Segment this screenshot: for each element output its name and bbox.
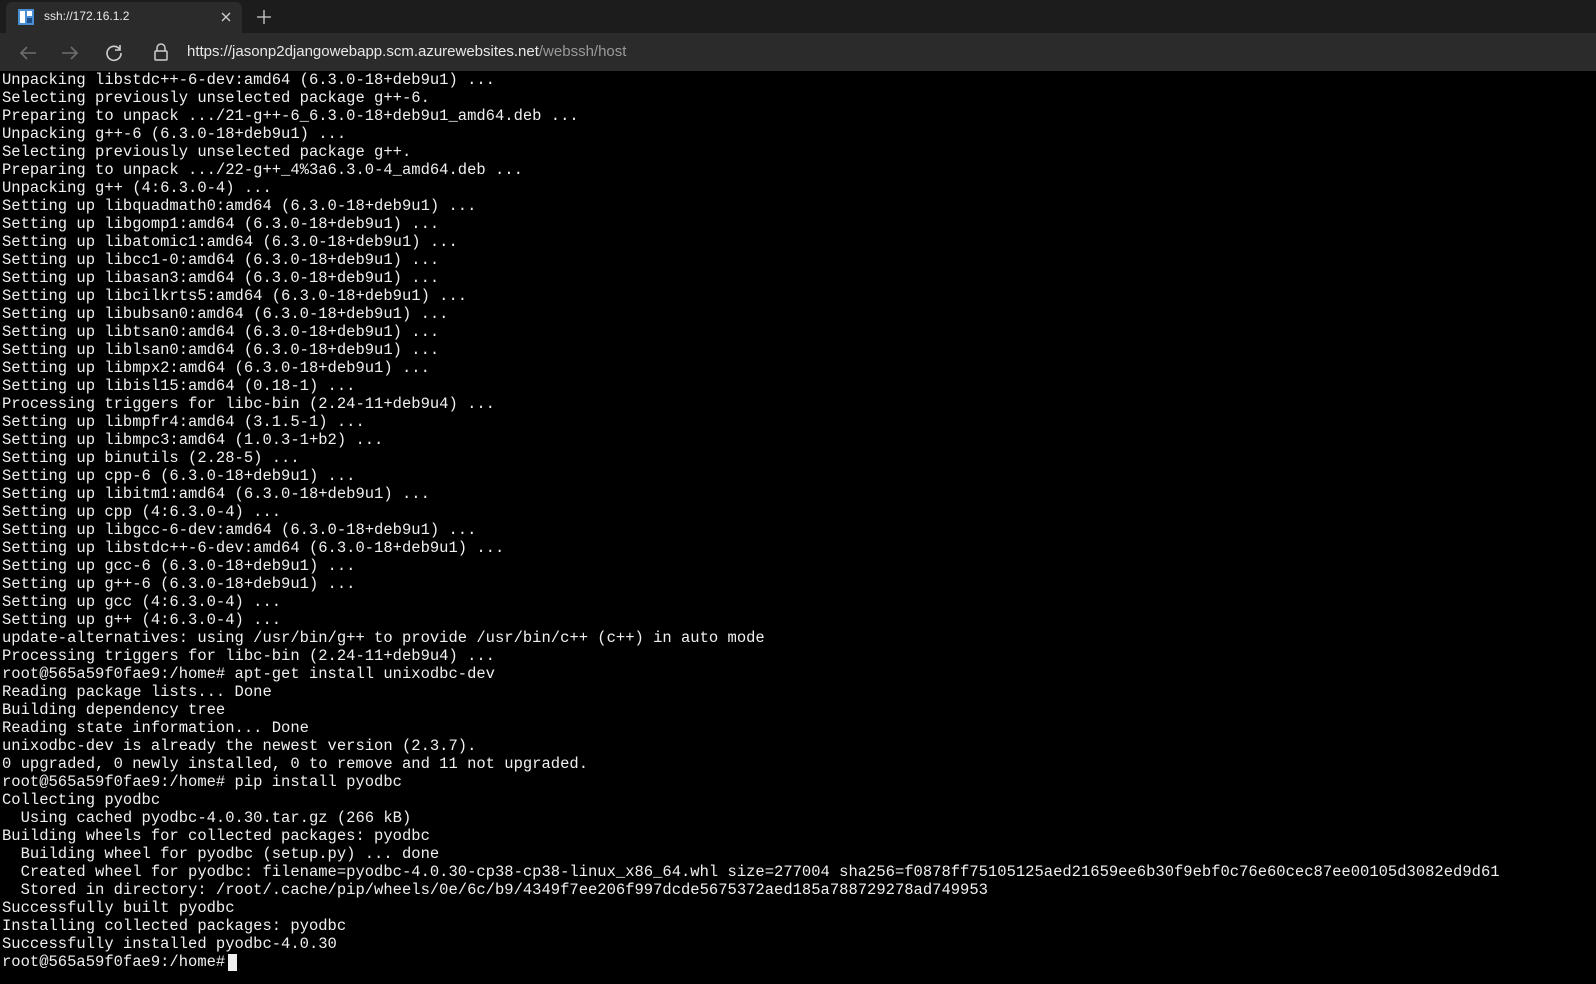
- terminal-line: Unpacking libstdc++-6-dev:amd64 (6.3.0-1…: [2, 71, 495, 89]
- tab-strip: ssh://172.16.1.2: [0, 0, 1596, 33]
- terminal-line: Setting up libquadmath0:amd64 (6.3.0-18+…: [2, 197, 477, 215]
- terminal-line: Setting up g++ (4:6.3.0-4) ...: [2, 611, 282, 629]
- terminal-line: Setting up libcc1-0:amd64 (6.3.0-18+deb9…: [2, 251, 440, 269]
- terminal-line: Setting up libcilkrts5:amd64 (6.3.0-18+d…: [2, 287, 468, 305]
- terminal-line: Setting up cpp-6 (6.3.0-18+deb9u1) ...: [2, 467, 356, 485]
- terminal-line: Setting up gcc (4:6.3.0-4) ...: [2, 593, 282, 611]
- lock-icon[interactable]: [154, 43, 172, 61]
- terminal-line: Setting up g++-6 (6.3.0-18+deb9u1) ...: [2, 575, 356, 593]
- address-bar[interactable]: https://jasonp2djangowebapp.scm.azureweb…: [150, 37, 1590, 67]
- url-host: https://jasonp2djangowebapp.scm.azureweb…: [187, 43, 539, 60]
- refresh-icon[interactable]: [100, 39, 128, 67]
- terminal-line: Installing collected packages: pyodbc: [2, 917, 347, 935]
- terminal-lines: Unpacking libstdc++-6-dev:amd64 (6.3.0-1…: [2, 71, 1500, 971]
- terminal-line: Setting up libasan3:amd64 (6.3.0-18+deb9…: [2, 269, 440, 287]
- terminal-prompt-line[interactable]: root@565a59f0fae9:/home#: [2, 953, 1500, 971]
- terminal-output[interactable]: Unpacking libstdc++-6-dev:amd64 (6.3.0-1…: [0, 71, 1596, 984]
- terminal-line: Selecting previously unselected package …: [2, 89, 430, 107]
- terminal-line: Building wheel for pyodbc (setup.py) ...…: [2, 845, 440, 863]
- terminal-line: Setting up libtsan0:amd64 (6.3.0-18+deb9…: [2, 323, 440, 341]
- terminal-line: Setting up libmpfr4:amd64 (3.1.5-1) ...: [2, 413, 365, 431]
- close-tab-icon[interactable]: [216, 7, 236, 27]
- terminal-line: Setting up binutils (2.28-5) ...: [2, 449, 300, 467]
- terminal-line: root@565a59f0fae9:/home# pip install pyo…: [2, 773, 402, 791]
- terminal-line: Setting up libgcc-6-dev:amd64 (6.3.0-18+…: [2, 521, 477, 539]
- terminal-cursor: [228, 954, 238, 971]
- terminal-line: Processing triggers for libc-bin (2.24-1…: [2, 395, 495, 413]
- terminal-line: 0 upgraded, 0 newly installed, 0 to remo…: [2, 755, 588, 773]
- terminal-line: Preparing to unpack .../22-g++_4%3a6.3.0…: [2, 161, 523, 179]
- terminal-line: Setting up libmpc3:amd64 (1.0.3-1+b2) ..…: [2, 431, 384, 449]
- terminal-line: Setting up libmpx2:amd64 (6.3.0-18+deb9u…: [2, 359, 430, 377]
- shell-prompt: root@565a59f0fae9:/home#: [2, 953, 226, 971]
- browser-tab[interactable]: ssh://172.16.1.2: [6, 2, 242, 33]
- terminal-line: Setting up cpp (4:6.3.0-4) ...: [2, 503, 282, 521]
- terminal-line: Using cached pyodbc-4.0.30.tar.gz (266 k…: [2, 809, 412, 827]
- terminal-line: root@565a59f0fae9:/home# apt-get install…: [2, 665, 495, 683]
- terminal-line: Selecting previously unselected package …: [2, 143, 412, 161]
- terminal-line: Setting up liblsan0:amd64 (6.3.0-18+deb9…: [2, 341, 440, 359]
- terminal-line: Successfully installed pyodbc-4.0.30: [2, 935, 337, 953]
- terminal-line: unixodbc-dev is already the newest versi…: [2, 737, 477, 755]
- terminal-line: Setting up libgomp1:amd64 (6.3.0-18+deb9…: [2, 215, 440, 233]
- terminal-line: Processing triggers for libc-bin (2.24-1…: [2, 647, 495, 665]
- terminal-line: Collecting pyodbc: [2, 791, 161, 809]
- url-path: /webssh/host: [538, 43, 627, 60]
- terminal-line: Stored in directory: /root/.cache/pip/wh…: [2, 881, 988, 899]
- webssh-icon: [18, 9, 34, 25]
- terminal-line: Setting up gcc-6 (6.3.0-18+deb9u1) ...: [2, 557, 356, 575]
- terminal-line: update-alternatives: using /usr/bin/g++ …: [2, 629, 765, 647]
- terminal-line: Reading package lists... Done: [2, 683, 272, 701]
- terminal-line: Created wheel for pyodbc: filename=pyodb…: [2, 863, 1500, 881]
- terminal-line: Successfully built pyodbc: [2, 899, 235, 917]
- terminal-line: Unpacking g++-6 (6.3.0-18+deb9u1) ...: [2, 125, 347, 143]
- terminal-line: Building wheels for collected packages: …: [2, 827, 430, 845]
- terminal-line: Setting up libstdc++-6-dev:amd64 (6.3.0-…: [2, 539, 505, 557]
- terminal-line: Setting up libatomic1:amd64 (6.3.0-18+de…: [2, 233, 458, 251]
- terminal-line: Building dependency tree: [2, 701, 226, 719]
- terminal-line: Setting up libisl15:amd64 (0.18-1) ...: [2, 377, 356, 395]
- browser-toolbar: https://jasonp2djangowebapp.scm.azureweb…: [0, 33, 1596, 71]
- terminal-line: Setting up libubsan0:amd64 (6.3.0-18+deb…: [2, 305, 449, 323]
- forward-icon[interactable]: [56, 39, 84, 67]
- tab-title: ssh://172.16.1.2: [44, 9, 130, 23]
- terminal-line: Reading state information... Done: [2, 719, 309, 737]
- terminal-line: Preparing to unpack .../21-g++-6_6.3.0-1…: [2, 107, 579, 125]
- terminal-line: Setting up libitm1:amd64 (6.3.0-18+deb9u…: [2, 485, 430, 503]
- terminal-line: Unpacking g++ (4:6.3.0-4) ...: [2, 179, 272, 197]
- url-text[interactable]: https://jasonp2djangowebapp.scm.azureweb…: [187, 43, 626, 60]
- new-tab-icon[interactable]: [252, 5, 276, 29]
- back-icon[interactable]: [14, 39, 42, 67]
